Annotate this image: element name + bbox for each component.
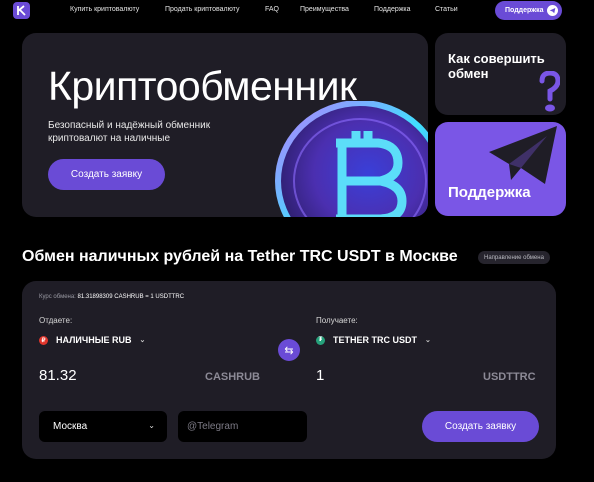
- support-button[interactable]: Поддержка: [495, 1, 562, 20]
- hero-title: Криптообменник: [48, 63, 357, 109]
- nav-link-advantages[interactable]: Преимущества: [300, 6, 349, 13]
- telegram-plane-icon: [489, 126, 557, 184]
- get-label: Получаете:: [316, 316, 358, 325]
- submit-order-button[interactable]: Создать заявку: [422, 411, 539, 442]
- city-select[interactable]: Москва ⌄: [39, 411, 167, 442]
- hero-subtitle: Безопасный и надёжный обменник криптовал…: [48, 120, 211, 144]
- give-amount-input[interactable]: 81.32: [39, 367, 77, 384]
- give-label: Отдаете:: [39, 316, 73, 325]
- nav-link-sell[interactable]: Продать криптовалюту: [165, 6, 239, 13]
- swap-icon: ⇆: [284, 344, 294, 357]
- ruble-icon: ₽: [39, 335, 48, 345]
- create-order-button[interactable]: Создать заявку: [48, 159, 165, 190]
- exchange-section-title: Обмен наличных рублей на Tether TRC USDT…: [22, 248, 458, 265]
- bitcoin-coin-icon: [275, 101, 428, 217]
- rate-value: 81.31898309 CASHRUB = 1 USDTTRC: [77, 294, 185, 300]
- question-mark-icon: [539, 71, 560, 112]
- nav-link-support[interactable]: Поддержка: [374, 6, 411, 13]
- chevron-down-icon: ⌄: [139, 337, 146, 344]
- nav-link-buy[interactable]: Купить криптовалюту: [70, 6, 139, 13]
- support-button-label: Поддержка: [505, 7, 544, 14]
- nav-link-articles[interactable]: Статьи: [435, 6, 458, 13]
- top-nav: Купить криптовалюту Продать криптовалюту…: [0, 0, 594, 22]
- support-card-title: Поддержка: [448, 184, 531, 201]
- exchange-rate: Курс обмена: 81.31898309 CASHRUB = 1 USD…: [39, 294, 184, 300]
- give-currency-label: НАЛИЧНЫЕ RUB: [56, 335, 132, 345]
- hero-banner: Криптообменник Безопасный и надёжный обм…: [22, 33, 428, 217]
- give-currency-select[interactable]: ₽ НАЛИЧНЫЕ RUB ⌄: [39, 335, 145, 345]
- get-amount-input[interactable]: 1: [316, 367, 324, 384]
- get-currency-label: TETHER TRC USDT: [333, 335, 417, 345]
- support-card[interactable]: Поддержка: [435, 122, 566, 216]
- rate-label: Курс обмена:: [39, 294, 76, 300]
- how-to-exchange-card[interactable]: Как совершить обмен: [435, 33, 566, 115]
- get-currency-code: USDTTRC: [483, 371, 536, 383]
- city-select-value: Москва: [53, 421, 88, 432]
- chevron-down-icon: ⌄: [148, 421, 155, 430]
- nav-link-faq[interactable]: FAQ: [265, 6, 279, 13]
- give-currency-code: CASHRUB: [205, 371, 260, 383]
- exchange-form: Курс обмена: 81.31898309 CASHRUB = 1 USD…: [22, 281, 556, 459]
- logo-icon[interactable]: [13, 2, 30, 19]
- tether-icon: ₮: [316, 335, 325, 345]
- swap-button[interactable]: ⇆: [278, 339, 300, 361]
- get-currency-select[interactable]: ₮ TETHER TRC USDT ⌄: [316, 335, 431, 345]
- telegram-icon: [547, 5, 558, 16]
- telegram-input[interactable]: [178, 411, 307, 442]
- chevron-down-icon: ⌄: [425, 337, 431, 344]
- direction-badge: Направление обмена: [478, 251, 550, 264]
